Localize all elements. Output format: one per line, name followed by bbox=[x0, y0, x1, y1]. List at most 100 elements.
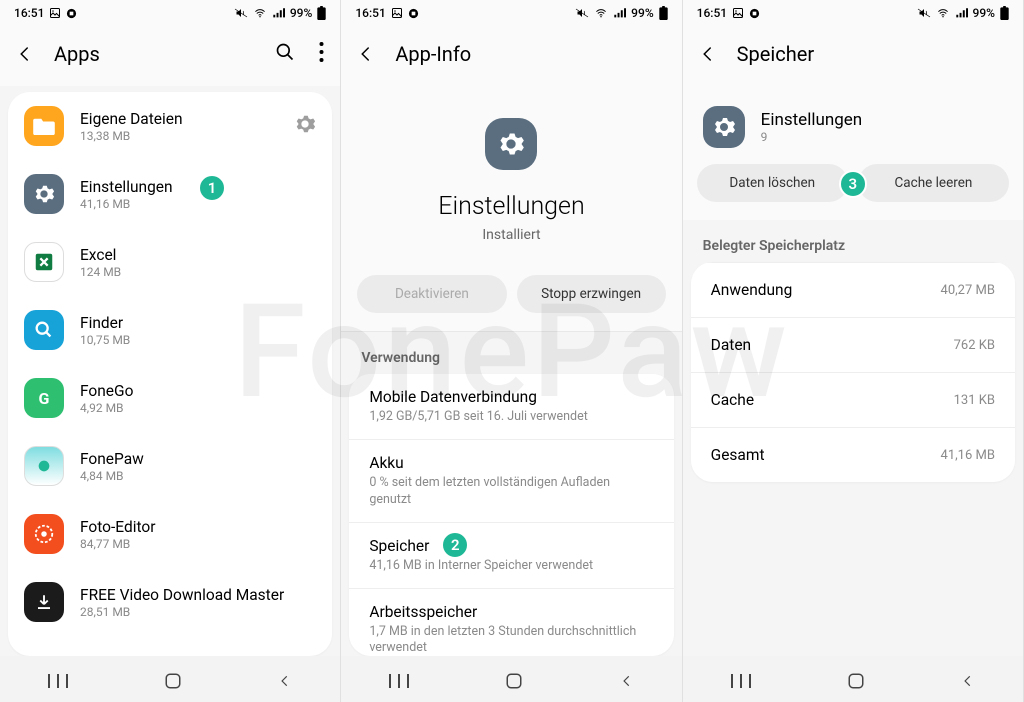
screen-storage: 16:51 99% Speicher Einstellungen 9 Daten… bbox=[683, 0, 1024, 702]
list-item[interactable]: G FoneGo 4,92 MB bbox=[8, 364, 332, 432]
nav-back[interactable] bbox=[620, 672, 634, 690]
list-item[interactable]: FREE Video Download Master 28,51 MB bbox=[8, 568, 332, 636]
item-sub: 41,16 MB in Interner Speicher verwendet bbox=[369, 558, 653, 574]
nav-home[interactable] bbox=[847, 672, 865, 690]
back-button[interactable] bbox=[699, 45, 717, 63]
list-item[interactable]: Eigene Dateien 13,38 MB bbox=[8, 92, 332, 160]
app-name: Foto-Editor bbox=[80, 518, 316, 536]
status-battery-text: 99% bbox=[973, 6, 995, 20]
nav-recents[interactable] bbox=[389, 673, 409, 689]
nav-bar bbox=[341, 656, 681, 702]
nav-back[interactable] bbox=[278, 672, 292, 690]
list-item[interactable]: FonePaw 4,84 MB bbox=[8, 432, 332, 500]
app-size: 10,75 MB bbox=[80, 333, 316, 347]
item-title: Arbeitsspeicher bbox=[369, 603, 653, 621]
app-size: 41,16 MB bbox=[80, 197, 316, 211]
battery-icon bbox=[317, 6, 326, 20]
nav-bar bbox=[0, 656, 340, 702]
table-row: Cache 131 KB bbox=[691, 372, 1015, 427]
row-value: 41,16 MB bbox=[941, 448, 995, 463]
deactivate-button[interactable]: Deaktivieren bbox=[357, 275, 506, 313]
clear-data-button[interactable]: Daten löschen bbox=[697, 164, 848, 202]
list-item[interactable]: Excel 124 MB bbox=[8, 228, 332, 296]
app-icon bbox=[24, 242, 64, 282]
volume-mute-icon bbox=[917, 7, 931, 19]
battery-icon bbox=[1000, 6, 1009, 20]
list-item[interactable]: Arbeitsspeicher 1,7 MB in den letzten 3 … bbox=[349, 588, 673, 656]
more-button[interactable] bbox=[319, 42, 324, 66]
row-label: Gesamt bbox=[711, 446, 765, 464]
status-bar: 16:51 99% bbox=[341, 0, 681, 24]
section-header: Belegter Speicherplatz bbox=[683, 220, 1023, 262]
list-item[interactable]: Einstellungen 41,16 MB 1 bbox=[8, 160, 332, 228]
app-name: Eigene Dateien bbox=[80, 110, 294, 128]
back-button[interactable] bbox=[16, 45, 34, 63]
app-name: FREE Video Download Master bbox=[80, 586, 316, 604]
status-battery-text: 99% bbox=[631, 6, 653, 20]
battery-icon bbox=[659, 6, 668, 20]
storage-list: Anwendung 40,27 MB Daten 762 KB Cache 13… bbox=[691, 262, 1015, 482]
gear-icon bbox=[294, 113, 316, 135]
wifi-icon bbox=[936, 8, 950, 19]
search-icon bbox=[275, 42, 295, 62]
app-name: Finder bbox=[80, 314, 316, 332]
app-size: 124 MB bbox=[80, 265, 316, 279]
item-title: Akku bbox=[369, 454, 653, 472]
volume-mute-icon bbox=[234, 7, 248, 19]
stop-icon bbox=[408, 8, 419, 19]
item-sub: 1,7 MB in den letzten 3 Stunden durchsch… bbox=[369, 624, 653, 656]
wifi-icon bbox=[253, 8, 267, 19]
item-title: Speicher bbox=[369, 537, 653, 555]
step-badge-1: 1 bbox=[198, 174, 226, 202]
app-icon bbox=[24, 446, 64, 486]
image-icon bbox=[732, 7, 744, 19]
row-label: Daten bbox=[711, 336, 751, 354]
force-stop-button[interactable]: Stopp erzwingen bbox=[517, 275, 666, 313]
app-version: 9 bbox=[761, 130, 863, 144]
list-item[interactable]: Akku 0 % seit dem letzten vollständigen … bbox=[349, 439, 673, 522]
nav-home[interactable] bbox=[505, 672, 523, 690]
app-icon bbox=[24, 582, 64, 622]
app-name: FoneGo bbox=[80, 382, 316, 400]
signal-icon bbox=[613, 8, 626, 19]
section-header: Verwendung bbox=[341, 332, 681, 374]
action-row: Daten löschen Cache leeren 3 bbox=[683, 164, 1023, 220]
nav-recents[interactable] bbox=[48, 673, 68, 689]
table-row: Gesamt 41,16 MB bbox=[691, 427, 1015, 482]
list-item[interactable]: Mobile Datenverbindung 1,92 GB/5,71 GB s… bbox=[349, 374, 673, 439]
app-summary: Einstellungen Installiert bbox=[341, 86, 681, 263]
image-icon bbox=[391, 7, 403, 19]
nav-back[interactable] bbox=[961, 672, 975, 690]
app-name: FonePaw bbox=[80, 450, 316, 468]
app-header: Einstellungen 9 bbox=[683, 86, 1023, 164]
status-time: 16:51 bbox=[697, 6, 727, 20]
nav-home[interactable] bbox=[164, 672, 182, 690]
gear-button[interactable] bbox=[294, 113, 316, 139]
app-size: 13,38 MB bbox=[80, 129, 294, 143]
app-name: Einstellungen bbox=[761, 110, 863, 130]
apps-list: Eigene Dateien 13,38 MB Einstellungen 41… bbox=[8, 92, 332, 656]
volume-mute-icon bbox=[575, 7, 589, 19]
action-row: Deaktivieren Stopp erzwingen bbox=[341, 263, 681, 332]
list-item[interactable]: Finder 10,75 MB bbox=[8, 296, 332, 364]
screen-apps: 16:51 99% Apps bbox=[0, 0, 341, 702]
app-icon bbox=[24, 514, 64, 554]
header: Speicher bbox=[683, 24, 1023, 86]
stop-icon bbox=[66, 8, 77, 19]
nav-recents[interactable] bbox=[731, 673, 751, 689]
item-title: Mobile Datenverbindung bbox=[369, 388, 653, 406]
list-item[interactable]: Speicher 41,16 MB in Interner Speicher v… bbox=[349, 522, 673, 588]
header: App-Info bbox=[341, 24, 681, 86]
clear-cache-button[interactable]: Cache leeren bbox=[858, 164, 1009, 202]
row-value: 131 KB bbox=[954, 393, 995, 408]
app-icon bbox=[703, 106, 745, 148]
image-icon bbox=[49, 7, 61, 19]
back-button[interactable] bbox=[357, 45, 375, 63]
search-button[interactable] bbox=[275, 42, 295, 66]
header: Apps bbox=[0, 24, 340, 86]
screen-app-info: 16:51 99% App-Info Einstellungen Install… bbox=[341, 0, 682, 702]
app-size: 28,51 MB bbox=[80, 605, 316, 619]
app-status: Installiert bbox=[482, 227, 540, 243]
list-item[interactable]: Foto-Editor 84,77 MB bbox=[8, 500, 332, 568]
header-title: App-Info bbox=[395, 42, 665, 66]
